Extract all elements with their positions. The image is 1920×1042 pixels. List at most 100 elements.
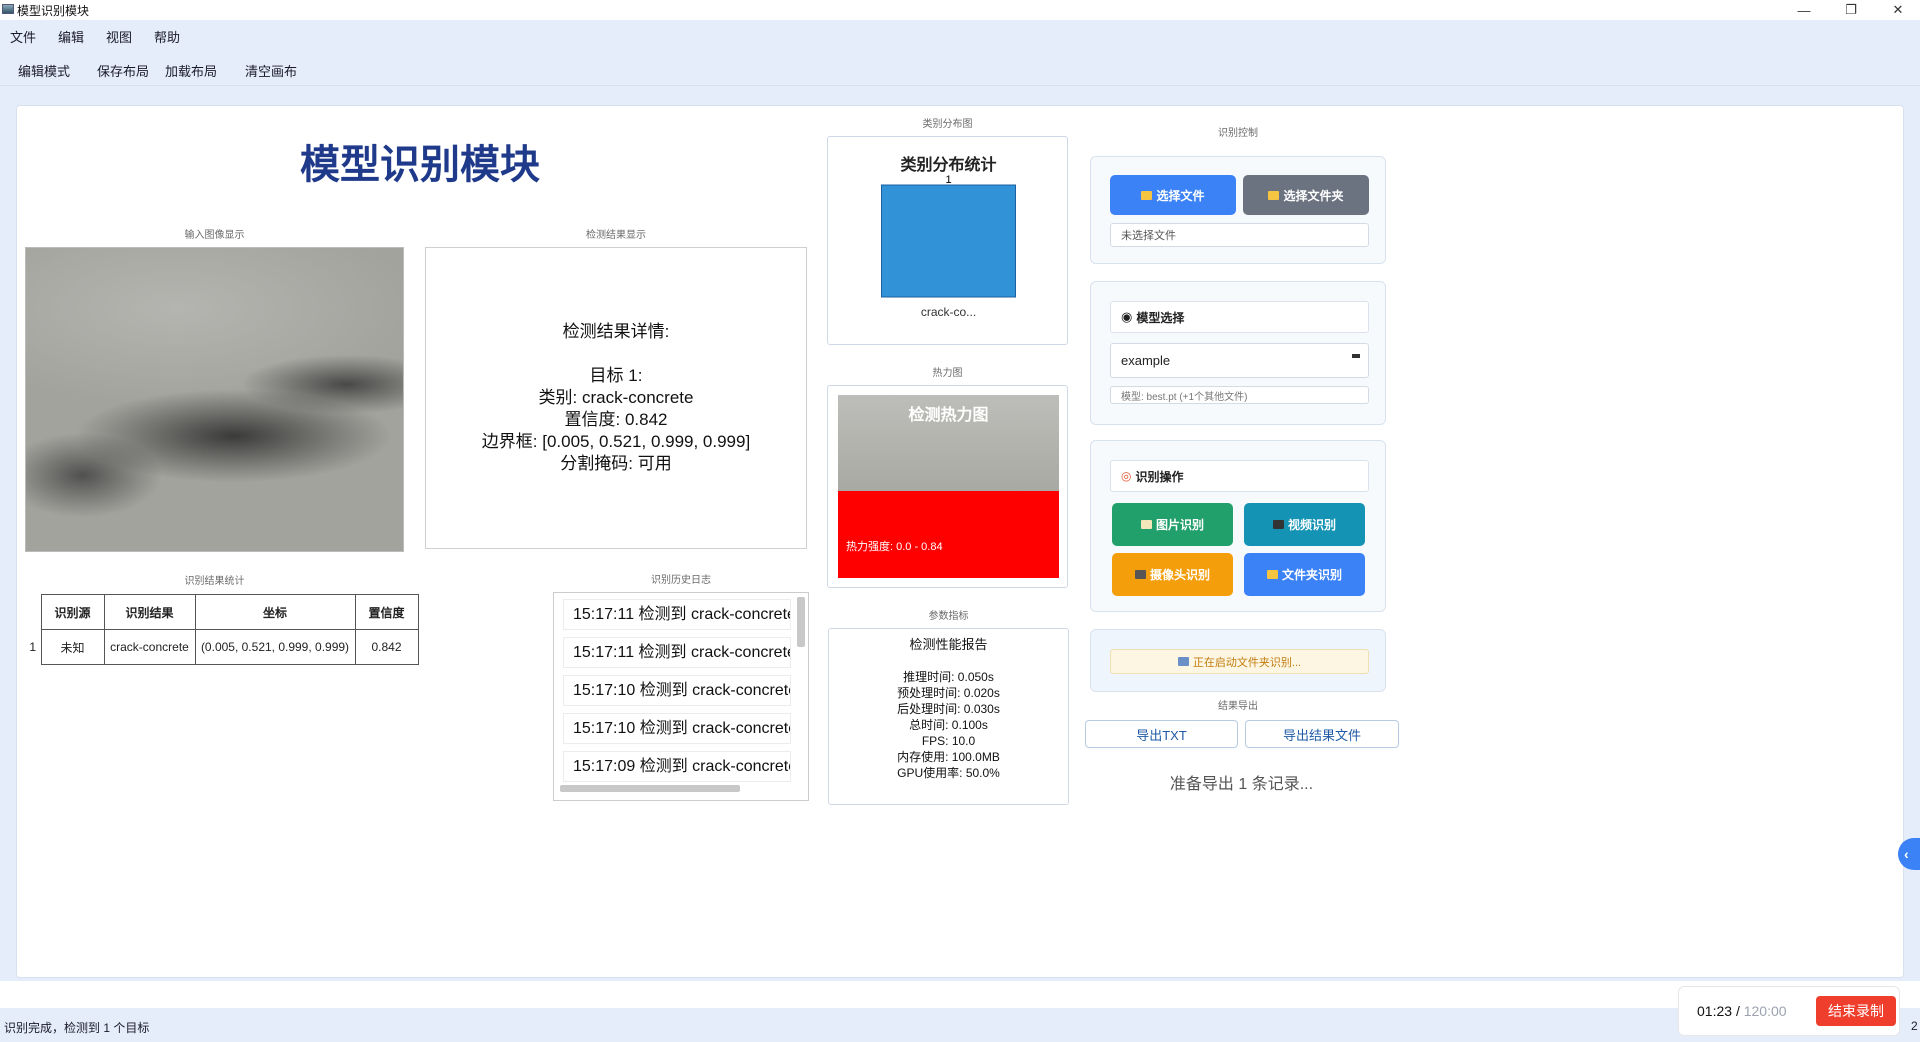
chart-category-label: crack-co...: [921, 305, 976, 319]
camera-icon: [1134, 570, 1146, 579]
export-caption: 结果导出: [1218, 701, 1258, 712]
load-layout-button[interactable]: 加载布局: [165, 61, 217, 80]
cell-coords: (0.005, 0.521, 0.999, 0.999): [194, 629, 356, 665]
class-dist-caption: 类别分布图: [922, 119, 973, 130]
minimize-button[interactable]: —: [1784, 0, 1824, 20]
target-icon: ◎: [1121, 469, 1132, 483]
video-detect-button[interactable]: 视频识别: [1244, 503, 1365, 546]
input-image: [25, 247, 404, 552]
file-select-panel: 选择文件 选择文件夹 未选择文件: [1090, 156, 1386, 264]
recording-elapsed: 01:23 / 120:00: [1697, 1003, 1787, 1019]
vertical-scrollbar[interactable]: [797, 597, 805, 647]
image-icon: [1140, 520, 1152, 529]
close-button[interactable]: ✕: [1878, 0, 1918, 20]
app-icon: [2, 4, 14, 14]
list-item[interactable]: 15:17:09 检测到 crack-concrete: [563, 751, 791, 782]
clear-canvas-button[interactable]: 清空画布: [245, 61, 297, 80]
recording-widget: 01:23 / 120:00 结束录制: [1678, 986, 1900, 1036]
list-item[interactable]: 15:17:11 检测到 crack-concrete: [563, 599, 791, 630]
robot-icon: ◉: [1121, 309, 1133, 324]
menu-help[interactable]: 帮助: [154, 27, 180, 46]
model-info: 模型: best.pt (+1个其他文件): [1110, 386, 1369, 404]
input-image-caption: 输入图像显示: [184, 230, 245, 241]
restore-button[interactable]: ❐: [1831, 0, 1871, 20]
result-heading: 检测结果详情:: [562, 322, 670, 341]
metrics-panel: 检测性能报告 推理时间: 0.050s 预处理时间: 0.020s 后处理时间:…: [828, 628, 1069, 805]
image-detect-button[interactable]: 图片识别: [1112, 503, 1233, 546]
cell-confidence: 0.842: [354, 629, 419, 665]
window-title: 模型识别模块: [17, 4, 90, 18]
heatmap-title: 检测热力图: [908, 407, 989, 424]
heatmap-image: 检测热力图: [838, 395, 1059, 491]
folder-icon: [1268, 190, 1280, 200]
stop-recording-button[interactable]: 结束录制: [1816, 996, 1896, 1026]
row-index: 1: [29, 640, 37, 654]
history-list[interactable]: 15:17:11 检测到 crack-concrete 15:17:11 检测到…: [553, 592, 809, 801]
file-path-field[interactable]: 未选择文件: [1110, 223, 1369, 247]
folder-icon: [1141, 190, 1153, 200]
table-header-row: 识别源 识别结果 坐标 置信度: [25, 594, 419, 630]
metrics-heading: 检测性能报告: [909, 637, 988, 652]
chart-icon: [1177, 657, 1189, 666]
list-item[interactable]: 15:17:10 检测到 crack-concrete: [563, 675, 791, 706]
result-mask: 分割掩码: 可用: [560, 454, 672, 473]
camera-detect-button[interactable]: 摄像头识别: [1112, 553, 1233, 596]
model-select-panel: ◉ 模型选择 example 模型: best.pt (+1个其他文件): [1090, 281, 1386, 425]
select-file-button[interactable]: 选择文件: [1110, 175, 1236, 215]
menu-bar: 文件 编辑 视图 帮助: [0, 20, 1920, 50]
stats-caption: 识别结果统计: [184, 576, 245, 587]
detect-result-caption: 检测结果显示: [586, 230, 646, 241]
metric-preprocess: 预处理时间: 0.020s: [897, 686, 1000, 700]
col-source: 识别源: [40, 594, 105, 630]
stats-table: 识别源 识别结果 坐标 置信度 1 未知 crack-concrete (0.0…: [25, 594, 419, 665]
class-dist-chart: 类别分布统计 1 crack-co...: [827, 136, 1068, 345]
status-bar: 识别完成，检测到 1 个目标 2: [0, 1008, 1920, 1042]
action-panel: ◎ 识别操作 图片识别 视频识别 摄像头识别 文件夹识别: [1090, 440, 1386, 612]
heatmap-intensity: 热力强度: 0.0 - 0.84: [846, 541, 943, 553]
cell-result: crack-concrete: [103, 629, 196, 665]
result-category: 类别: crack-concrete: [538, 388, 694, 407]
horizontal-scrollbar[interactable]: [560, 785, 740, 792]
export-message: 准备导出 1 条记录...: [1169, 776, 1314, 793]
col-result: 识别结果: [103, 594, 196, 630]
metric-fps: FPS: 10.0: [921, 734, 976, 748]
title-bar: 模型识别模块 — ❐ ✕: [0, 0, 1920, 20]
model-section-header: ◉ 模型选择: [1110, 301, 1369, 333]
save-layout-button[interactable]: 保存布局: [97, 61, 149, 80]
menu-file[interactable]: 文件: [10, 27, 36, 46]
heatmap-overlay: 热力强度: 0.0 - 0.84: [838, 491, 1059, 578]
col-coords: 坐标: [194, 594, 356, 630]
metric-total: 总时间: 0.100s: [909, 718, 988, 732]
result-target: 目标 1:: [589, 366, 643, 385]
status-text: 识别完成，检测到 1 个目标: [4, 1021, 150, 1035]
edit-mode-button[interactable]: 编辑模式: [18, 61, 70, 80]
cell-source: 未知: [40, 629, 105, 665]
metrics-caption: 参数指标: [928, 611, 969, 622]
select-folder-button[interactable]: 选择文件夹: [1243, 175, 1369, 215]
chart-plot: 1 crack-co...: [881, 174, 1016, 319]
status-panel: 正在启动文件夹识别...: [1090, 629, 1386, 692]
table-row[interactable]: 1 未知 crack-concrete (0.005, 0.521, 0.999…: [25, 629, 419, 665]
export-txt-button[interactable]: 导出TXT: [1085, 720, 1238, 748]
dropdown-icon[interactable]: [1352, 354, 1360, 358]
metric-memory: 内存使用: 100.0MB: [897, 750, 1000, 764]
result-confidence: 置信度: 0.842: [564, 410, 668, 429]
list-item[interactable]: 15:17:11 检测到 crack-concrete: [563, 637, 791, 668]
status-right: 2: [1911, 1019, 1918, 1033]
metric-postprocess: 后处理时间: 0.030s: [897, 702, 1000, 716]
chart-bar: [881, 184, 1016, 298]
heatmap-caption: 热力图: [932, 368, 963, 379]
menu-edit[interactable]: 编辑: [58, 27, 84, 46]
export-file-button[interactable]: 导出结果文件: [1245, 720, 1399, 748]
video-icon: [1272, 520, 1284, 529]
model-dropdown[interactable]: example: [1110, 343, 1369, 378]
list-item[interactable]: 15:17:10 检测到 crack-concrete: [563, 713, 791, 744]
page-title: 模型识别模块: [300, 142, 540, 188]
menu-view[interactable]: 视图: [106, 27, 132, 46]
folder-icon: [1266, 570, 1278, 579]
history-caption: 识别历史日志: [651, 575, 711, 586]
metric-inference: 推理时间: 0.050s: [903, 670, 994, 684]
control-caption: 识别控制: [1218, 128, 1258, 139]
folder-detect-button[interactable]: 文件夹识别: [1244, 553, 1365, 596]
action-section-header: ◎ 识别操作: [1110, 460, 1369, 492]
